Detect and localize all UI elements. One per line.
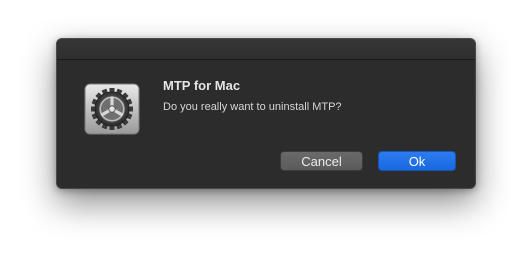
uninstall-dialog: MTP for Mac Do you really want to uninst…	[56, 38, 476, 189]
dialog-title: MTP for Mac	[163, 78, 241, 93]
gear-icon	[84, 83, 140, 135]
cancel-button[interactable]: Cancel	[280, 151, 363, 171]
dialog-message: Do you really want to uninstall MTP?	[163, 101, 342, 113]
ok-button[interactable]: Ok	[378, 151, 456, 171]
dialog-titlebar[interactable]	[57, 39, 475, 60]
